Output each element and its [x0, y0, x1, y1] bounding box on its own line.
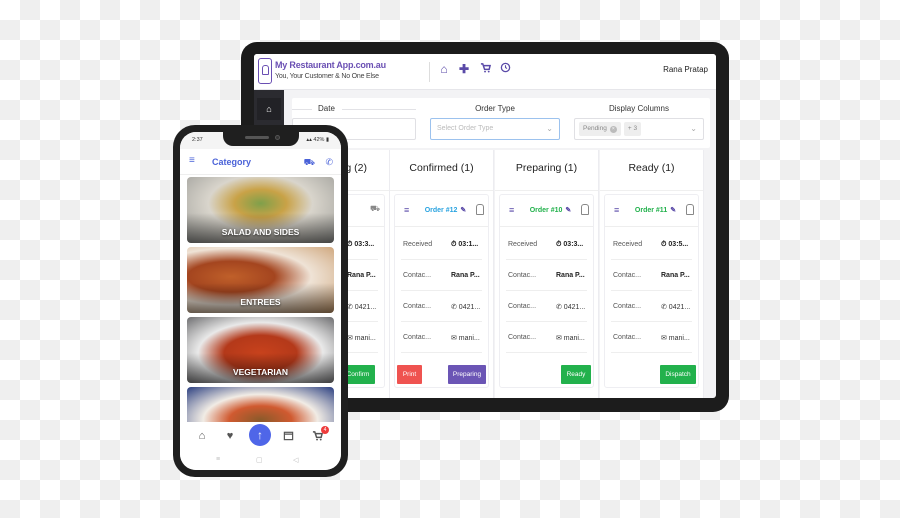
phone-device: 2:37 ▴▴ 42% ▮ ≡ Category ⛟ ✆ SALAD AND S… — [173, 125, 348, 477]
status-icons: ▴▴ 42% ▮ — [306, 137, 329, 143]
lock-icon — [476, 204, 484, 215]
print-button[interactable]: Print — [397, 365, 422, 384]
home-icon[interactable]: ⌂ — [195, 430, 209, 442]
ready-button[interactable]: Ready — [561, 365, 591, 384]
column-preparing: Preparing (1) ≡ Order #10 ✎ Received ⏱ 03:… — [495, 150, 599, 398]
clock-icon[interactable] — [498, 62, 512, 76]
column-title: Ready (1) — [628, 162, 675, 174]
card-row: Received ⏱ 03:3... — [506, 229, 587, 260]
back-icon[interactable]: ◁ — [293, 456, 298, 464]
app-header: My Restaurant App.com.au You, Your Custo… — [254, 54, 716, 90]
chevron-down-icon: ⌄ — [546, 124, 553, 133]
category-label: ENTREES — [240, 297, 281, 307]
chip-remove-icon[interactable]: × — [609, 126, 617, 133]
app-tagline: You, Your Customer & No One Else — [275, 73, 379, 80]
order-type-select[interactable]: Select Order Type ⌄ — [430, 118, 560, 140]
card-header: ≡ Order #12 ✎ — [395, 195, 488, 227]
chevron-down-icon: ⌄ — [690, 124, 697, 133]
home-button-icon[interactable]: ▢ — [256, 456, 263, 464]
card-row: Contac... ✉ mani... — [611, 322, 692, 353]
status-time: 2:37 — [192, 137, 203, 143]
screen-title: Category — [212, 157, 252, 167]
arrow-up-icon[interactable]: ↑ — [249, 424, 271, 446]
app-title: My Restaurant App.com.au — [275, 60, 386, 70]
lock-icon — [686, 204, 694, 215]
card-row: Contac... ✉ mani... — [401, 322, 482, 353]
column-ready: Ready (1) ≡ Order #11 ✎ Received ⏱ 03:5...… — [600, 150, 704, 398]
truck-icon: ⛟ — [370, 204, 381, 213]
cart-icon[interactable]: 4 — [310, 426, 329, 444]
cart-badge: 4 — [321, 426, 329, 434]
phone-notch — [223, 132, 299, 146]
front-camera — [275, 135, 280, 140]
card-row: Contac... ✆ 0421... — [611, 291, 692, 322]
display-columns-label: Display Columns — [608, 104, 670, 113]
order-id[interactable]: Order #11 ✎ — [631, 206, 680, 214]
order-type-label: Order Type — [475, 104, 515, 113]
category-card-vegetarian[interactable]: VEGETARIAN — [187, 317, 334, 383]
speaker — [245, 136, 269, 139]
preparing-button[interactable]: Preparing — [448, 365, 486, 384]
dispatch-button[interactable]: Dispatch — [660, 365, 696, 384]
menu-icon[interactable]: ≡ — [614, 205, 619, 215]
category-card-entrees[interactable]: ENTREES — [187, 247, 334, 313]
card-header: ≡ Order #11 ✎ — [605, 195, 698, 227]
bottom-nav: ⌂ ♥ ↑ 4 — [180, 422, 341, 452]
header-divider — [429, 62, 430, 82]
card-row: Contac... Rana P... — [611, 260, 692, 291]
heart-icon[interactable]: ♥ — [223, 430, 237, 442]
category-card-salad[interactable]: SALAD AND SIDES — [187, 177, 334, 243]
filter-bar: Date …020 Order Type Select Order Type ⌄… — [292, 98, 710, 148]
card-row: Contac... ✉ mani... — [506, 322, 587, 353]
user-name[interactable]: Rana Pratap — [663, 65, 708, 74]
card-header: ≡ Order #10 ✎ — [500, 195, 593, 227]
card-row: Received ⏱ 03:1... — [401, 229, 482, 260]
phone-icon[interactable]: ✆ — [325, 157, 333, 168]
card-row: Contac... ✆ 0421... — [401, 291, 482, 322]
card-row: Contac... Rana P... — [401, 260, 482, 291]
category-label: SALAD AND SIDES — [221, 227, 300, 237]
display-columns-filter: Display Columns Pending × + 3 ⌄ — [574, 98, 704, 148]
edit-icon[interactable]: ✎ — [565, 207, 571, 214]
system-nav-bar: ≡ ▢ ◁ — [180, 452, 341, 470]
truck-icon[interactable]: ⛟ — [304, 157, 315, 169]
plus-icon[interactable]: ✚ — [457, 62, 471, 76]
category-card-more[interactable] — [187, 387, 334, 422]
edit-icon[interactable]: ✎ — [670, 207, 676, 214]
order-card[interactable]: ≡ Order #12 ✎ Received ⏱ 03:1... Contac...… — [394, 194, 489, 388]
chip-more[interactable]: + 3 — [623, 122, 642, 136]
app-bar: ≡ Category ⛟ ✆ — [180, 149, 341, 175]
sidebar-item-home[interactable]: ⌂ — [257, 98, 281, 120]
column-title: Confirmed (1) — [409, 162, 474, 174]
menu-icon[interactable]: ≡ — [404, 205, 409, 215]
phone-screen: 2:37 ▴▴ 42% ▮ ≡ Category ⛟ ✆ SALAD AND S… — [180, 132, 341, 470]
order-type-placeholder: Select Order Type — [437, 125, 494, 132]
card-row: Contac... ✆ 0421... — [506, 291, 587, 322]
cart-icon[interactable] — [478, 62, 492, 76]
calendar-icon[interactable] — [281, 430, 295, 444]
menu-icon[interactable]: ≡ — [509, 205, 514, 215]
column-confirmed: Confirmed (1) ≡ Order #12 ✎ Received ⏱ 03:… — [390, 150, 494, 398]
category-label: VEGETARIAN — [232, 367, 289, 377]
order-card[interactable]: ≡ Order #11 ✎ Received ⏱ 03:5... Contac...… — [604, 194, 699, 388]
display-columns-select[interactable]: Pending × + 3 ⌄ — [574, 118, 704, 140]
card-row: Received ⏱ 03:5... — [611, 229, 692, 260]
order-type-filter: Order Type Select Order Type ⌄ — [430, 98, 560, 148]
menu-icon[interactable]: ≡ — [189, 156, 195, 166]
main-content: Date …020 Order Type Select Order Type ⌄… — [284, 90, 716, 398]
home-icon[interactable]: ⌂ — [437, 62, 451, 76]
app-logo-icon[interactable] — [258, 58, 272, 84]
edit-icon[interactable]: ✎ — [460, 207, 466, 214]
home-icon: ⌂ — [266, 104, 272, 114]
order-board: ng (2) #9✎ ⛟ ⏱ 03:3... Rana P... ✆ 0421.… — [284, 150, 716, 398]
category-list: SALAD AND SIDES ENTREES VEGETARIAN — [187, 177, 334, 422]
order-id[interactable]: Order #12 ✎ — [421, 206, 470, 214]
recents-icon[interactable]: ≡ — [216, 456, 220, 463]
order-card[interactable]: ≡ Order #10 ✎ Received ⏱ 03:3... Contac...… — [499, 194, 594, 388]
chip-pending[interactable]: Pending × — [579, 122, 621, 136]
column-title: Preparing (1) — [515, 162, 578, 174]
lock-icon — [581, 204, 589, 215]
order-id[interactable]: Order #10 ✎ — [526, 206, 575, 214]
card-row: Contac... Rana P... — [506, 260, 587, 291]
